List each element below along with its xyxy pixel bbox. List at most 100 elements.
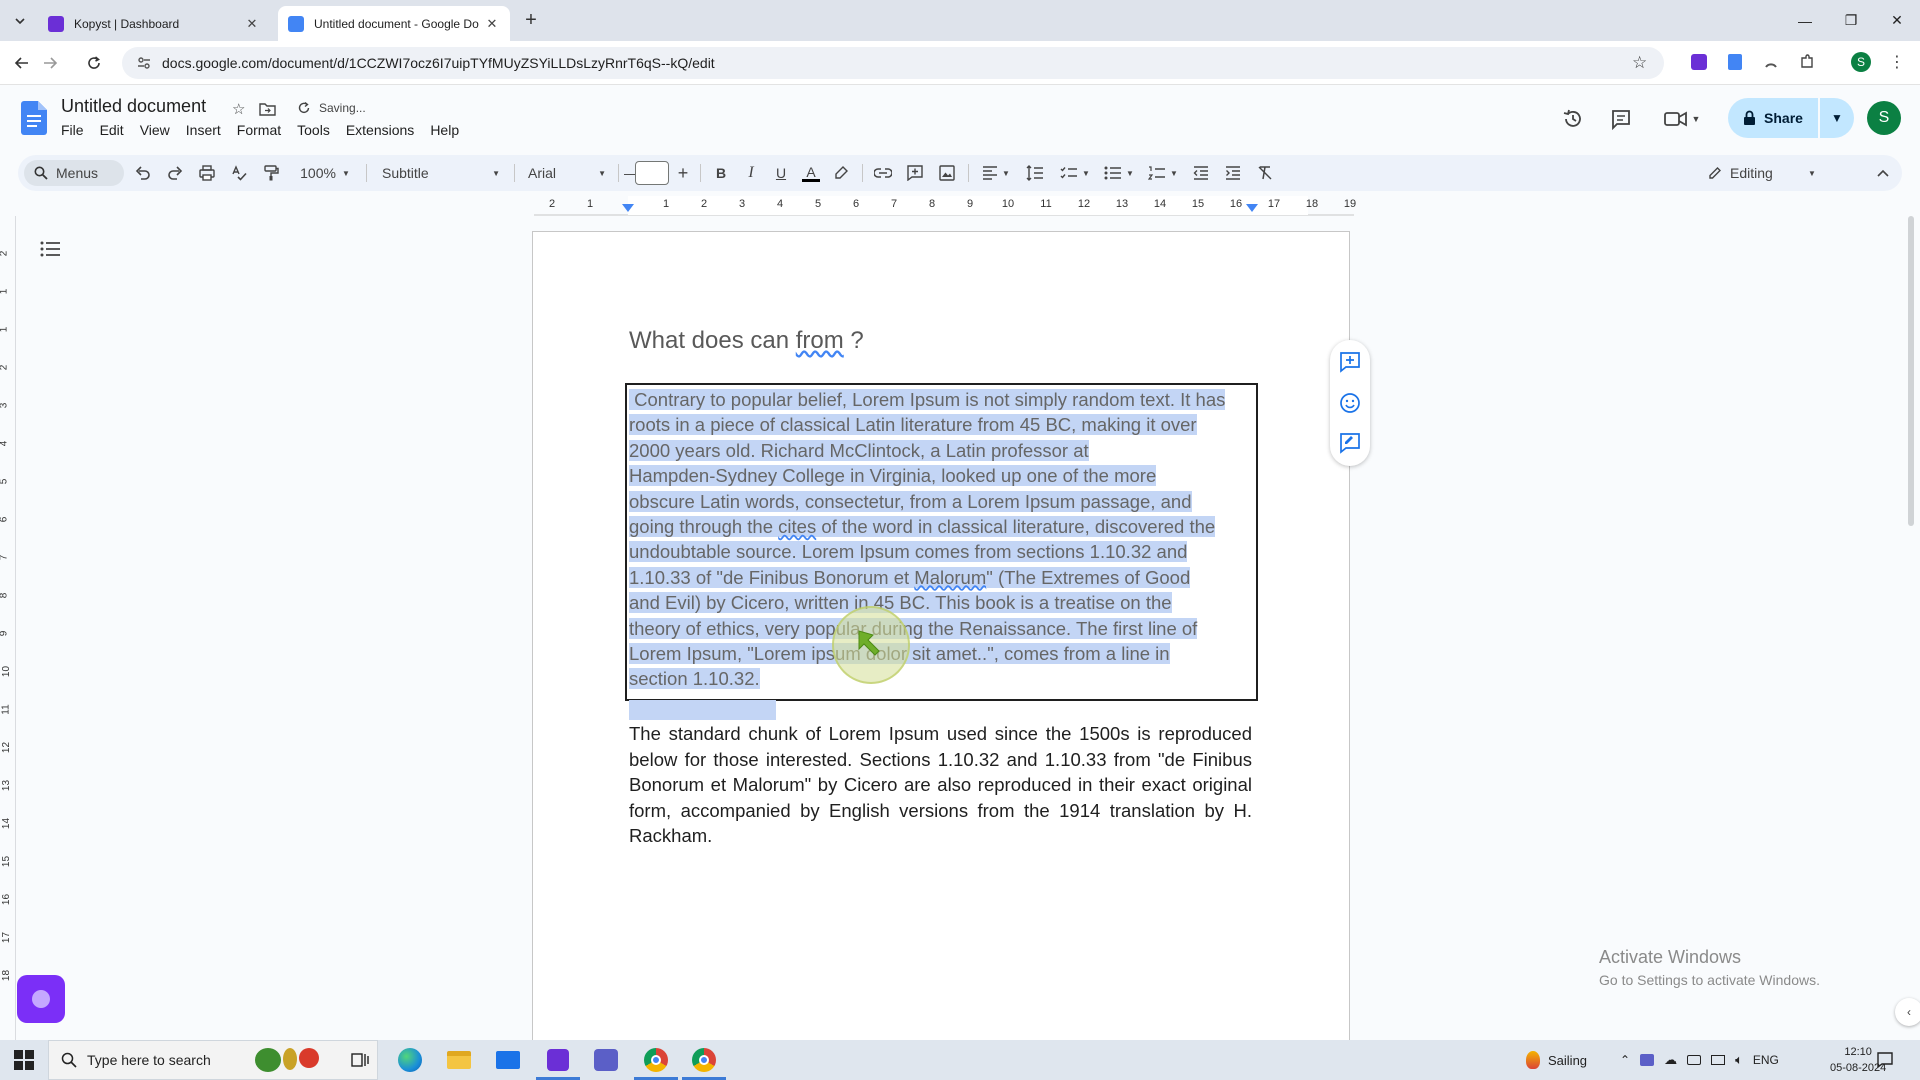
menu-view[interactable]: View [132,122,178,138]
insert-image-button[interactable] [934,155,960,191]
restore-button[interactable]: ❐ [1828,0,1874,41]
kopyst-extension-icon[interactable] [1689,52,1709,72]
close-tab-icon[interactable]: ✕ [484,16,500,32]
increase-indent-button[interactable] [1220,155,1246,191]
menu-help[interactable]: Help [422,122,467,138]
browser-profile-avatar[interactable]: S [1851,52,1871,72]
document-outline-icon[interactable] [40,240,62,258]
mail-icon[interactable] [494,1046,522,1074]
redo-button[interactable] [162,155,188,191]
add-emoji-reaction-icon[interactable] [1339,392,1361,414]
windows-start-icon[interactable] [14,1050,34,1070]
insert-comment-button[interactable] [902,155,928,191]
add-comment-icon[interactable] [1339,351,1361,373]
tab-kopyst-dashboard[interactable]: Kopyst | Dashboard ✕ [38,6,270,41]
menu-format[interactable]: Format [229,122,289,138]
hide-menus-button[interactable] [1870,155,1896,191]
share-button[interactable]: Share [1728,98,1818,138]
menu-insert[interactable]: Insert [178,122,229,138]
numbered-list-button[interactable]: ▼ [1144,155,1182,191]
paint-format-button[interactable] [258,155,284,191]
bulleted-list-button[interactable]: ▼ [1100,155,1138,191]
line-spacing-button[interactable] [1020,155,1050,191]
version-history-icon[interactable] [1560,106,1586,132]
volume-icon[interactable]: 🔈︎ [1735,1052,1743,1068]
right-indent-marker-icon[interactable] [1246,204,1258,214]
kopyst-recorder-button[interactable] [17,975,65,1023]
decrease-indent-button[interactable] [1188,155,1214,191]
misspelled-word[interactable]: from [796,327,844,354]
browser-menu-icon[interactable]: ⋮ [1887,52,1907,72]
address-bar[interactable]: docs.google.com/document/d/1CCZWI7ocz6I7… [122,47,1664,79]
menu-edit[interactable]: Edit [92,122,132,138]
network-icon[interactable] [1711,1055,1726,1065]
minimize-button[interactable]: — [1782,0,1828,41]
paragraph-style-select[interactable]: Subtitle ▼ [376,155,506,191]
kopyst-taskbar-icon[interactable] [536,1046,580,1080]
back-button[interactable] [10,51,34,75]
insert-link-button[interactable] [870,155,896,191]
teams-tray-icon[interactable] [1640,1054,1655,1066]
close-tab-icon[interactable]: ✕ [244,16,260,32]
spellcheck-button[interactable] [226,155,252,191]
weather-widget[interactable]: Sailing [1526,1040,1587,1080]
search-menus-button[interactable]: Menus [24,160,124,186]
chevron-up-icon[interactable]: ⌃ [1620,1053,1630,1067]
docs-extension-icon[interactable] [1725,52,1745,72]
horizontal-ruler[interactable]: 2 1 1 2 3 4 5 6 7 8 9 10 11 12 13 14 15 16 17 18 19 [534,196,1356,216]
editing-mode-select[interactable]: Editing ▼ [1708,155,1816,191]
document-title[interactable]: Untitled document [61,96,206,117]
menu-tools[interactable]: Tools [289,122,338,138]
comments-icon[interactable] [1608,106,1634,132]
star-icon[interactable]: ☆ [232,100,245,118]
bold-button[interactable]: B [708,155,734,191]
share-dropdown-button[interactable]: ▼ [1820,98,1854,138]
extension-arc-icon[interactable] [1761,52,1781,72]
misspelled-word[interactable]: Malorum [914,566,987,588]
new-tab-button[interactable]: + [520,10,542,32]
tab-search-button[interactable] [8,9,32,33]
task-view-icon[interactable] [346,1046,374,1074]
file-explorer-icon[interactable] [445,1046,473,1074]
language-indicator[interactable]: ENG [1753,1053,1779,1067]
move-folder-icon[interactable] [259,102,277,116]
chrome-profile-a-icon[interactable] [634,1046,678,1080]
font-family-select[interactable]: Arial ▼ [522,155,612,191]
teams-icon[interactable] [592,1046,620,1074]
forward-button[interactable] [38,51,62,75]
reload-button[interactable] [82,51,106,75]
italic-button[interactable]: I [738,155,764,191]
notifications-icon[interactable] [1876,1040,1894,1080]
menu-file[interactable]: File [53,122,92,138]
vertical-ruler[interactable]: 21123456789101112131415161718 [0,216,16,1042]
chrome-icon[interactable] [682,1046,726,1080]
meet-button[interactable]: ▼ [1662,106,1702,132]
site-info-icon[interactable] [136,55,152,71]
align-select[interactable]: ▼ [976,155,1016,191]
highlight-color-button[interactable] [828,155,854,191]
increase-font-size-button[interactable]: + [674,155,692,191]
docs-logo-icon[interactable] [21,101,47,135]
menu-extensions[interactable]: Extensions [338,122,422,138]
close-window-button[interactable]: ✕ [1874,0,1920,41]
print-button[interactable] [194,155,220,191]
account-avatar[interactable]: S [1867,101,1901,135]
text-color-button[interactable]: A [798,155,824,191]
bookmark-star-icon[interactable]: ☆ [1632,53,1652,73]
undo-button[interactable] [130,155,156,191]
zoom-select[interactable]: 100% ▼ [292,155,358,191]
body-paragraph[interactable]: The standard chunk of Lorem Ipsum used s… [629,721,1252,849]
battery-icon[interactable] [1687,1055,1702,1065]
side-panel-toggle[interactable]: ‹ [1895,998,1920,1026]
left-indent-marker-icon[interactable] [622,204,634,214]
edge-browser-icon[interactable] [396,1046,424,1074]
taskbar-search[interactable]: Type here to search [48,1040,378,1080]
selected-paragraph[interactable]: Contrary to popular belief, Lorem Ipsum … [629,387,1257,692]
suggest-edits-icon[interactable] [1339,432,1361,454]
misspelled-word[interactable]: cites [778,516,817,538]
clear-formatting-button[interactable] [1252,155,1278,191]
tab-google-docs[interactable]: Untitled document - Google Do ✕ [278,6,510,41]
extensions-puzzle-icon[interactable] [1797,52,1817,72]
cloud-icon[interactable]: ☁ [1664,1052,1677,1068]
font-size-input[interactable] [635,161,669,185]
